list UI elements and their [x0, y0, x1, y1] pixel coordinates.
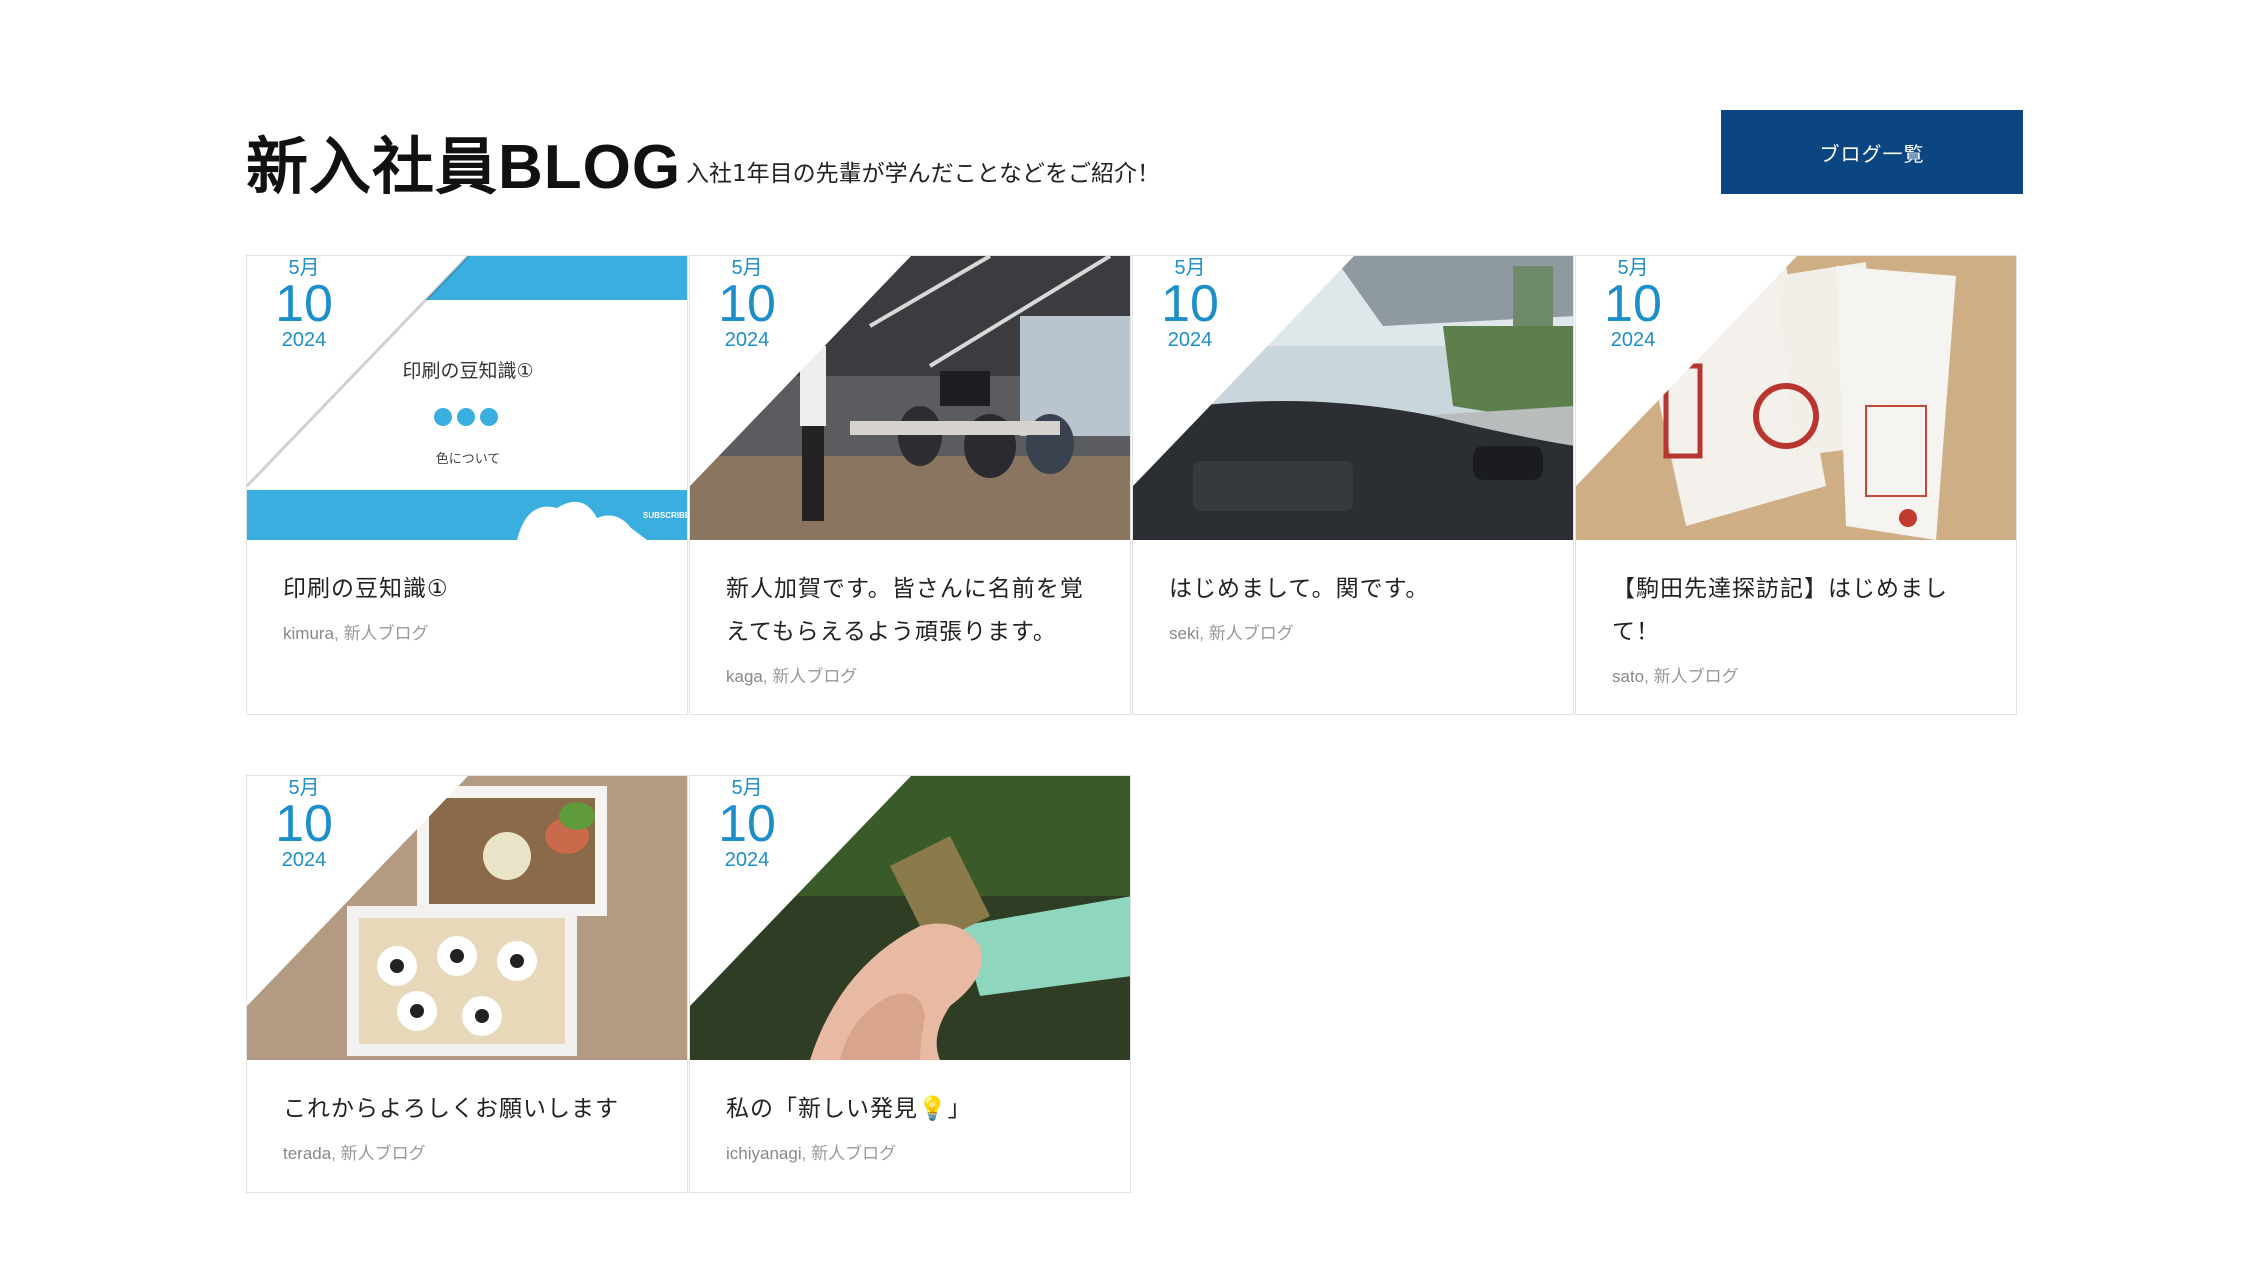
date-year: 2024 — [1167, 329, 1213, 351]
card-meta: kimura, 新人ブログ — [283, 619, 651, 644]
date-day: 10 — [1604, 275, 1662, 333]
card-category[interactable]: 新人ブログ — [811, 1144, 896, 1163]
date-day: 10 — [275, 275, 333, 333]
date-badge: 5月 10 2024 — [690, 256, 804, 351]
card-thumbnail[interactable]: 印刷の豆知識① 色について SUBSCRIBE 5月 10 2024 — [247, 256, 687, 540]
card-author[interactable]: sato — [1612, 667, 1644, 686]
card-category[interactable]: 新人ブログ — [1209, 624, 1294, 643]
card-meta: sato, 新人ブログ — [1612, 662, 1980, 687]
blog-card[interactable]: 5月 10 2024 はじめまして。関です。 seki, 新人ブログ — [1132, 255, 1574, 715]
blog-card[interactable]: 5月 10 2024 私の「新しい発見💡」 ichiyanagi, 新人ブログ — [689, 775, 1131, 1193]
card-title[interactable]: 新人加賀です。皆さんに名前を覚えてもらえるよう頑張ります。 — [726, 568, 1094, 654]
section-title: 新入社員BLOG — [246, 133, 682, 202]
meta-separator: , — [1644, 667, 1649, 686]
date-year: 2024 — [724, 329, 770, 351]
card-title[interactable]: 印刷の豆知識① — [283, 568, 651, 611]
card-category[interactable]: 新人ブログ — [343, 624, 428, 643]
section-subtitle: 入社1年目の先輩が学んだことなどをご紹介！ — [686, 161, 1160, 187]
blog-list-button[interactable]: ブログ一覧 — [1721, 110, 2023, 194]
card-category[interactable]: 新人ブログ — [1654, 667, 1739, 686]
card-category[interactable]: 新人ブログ — [341, 1144, 426, 1163]
card-thumbnail[interactable]: 5月 10 2024 — [1576, 256, 2016, 540]
date-day: 10 — [718, 795, 776, 853]
card-body: 新人加賀です。皆さんに名前を覚えてもらえるよう頑張ります。 kaga, 新人ブロ… — [690, 540, 1130, 717]
card-meta: seki, 新人ブログ — [1169, 619, 1537, 644]
card-meta: ichiyanagi, 新人ブログ — [726, 1139, 1094, 1164]
meta-separator: , — [762, 667, 768, 686]
card-body: 私の「新しい発見💡」 ichiyanagi, 新人ブログ — [690, 1060, 1130, 1194]
card-title[interactable]: 私の「新しい発見💡」 — [726, 1088, 1094, 1131]
date-day: 10 — [1161, 275, 1219, 333]
card-author[interactable]: kimura — [283, 624, 334, 643]
blog-card[interactable]: 5月 10 2024 これからよろしくお願いします terada, 新人ブログ — [246, 775, 688, 1193]
meta-separator: , — [331, 1144, 336, 1163]
date-badge: 5月 10 2024 — [1576, 256, 1690, 351]
card-body: これからよろしくお願いします terada, 新人ブログ — [247, 1060, 687, 1194]
card-author[interactable]: ichiyanagi — [726, 1144, 802, 1163]
card-body: はじめまして。関です。 seki, 新人ブログ — [1133, 540, 1573, 674]
date-year: 2024 — [281, 849, 327, 871]
card-meta: kaga, 新人ブログ — [726, 662, 1094, 687]
card-title[interactable]: これからよろしくお願いします — [283, 1088, 651, 1131]
blog-card[interactable]: 5月 10 2024 新人加賀です。皆さんに名前を覚えてもらえるよう頑張ります。… — [689, 255, 1131, 715]
meta-separator: , — [334, 624, 339, 643]
card-title[interactable]: はじめまして。関です。 — [1169, 568, 1537, 611]
date-badge: 5月 10 2024 — [247, 256, 361, 351]
section-header: 新入社員BLOG 入社1年目の先輩が学んだことなどをご紹介！ ブログ一覧 — [246, 110, 2023, 230]
date-day: 10 — [718, 275, 776, 333]
card-category[interactable]: 新人ブログ — [772, 667, 857, 686]
card-author[interactable]: seki — [1169, 624, 1199, 643]
card-thumbnail[interactable]: 5月 10 2024 — [247, 776, 687, 1060]
date-badge: 5月 10 2024 — [247, 776, 361, 871]
card-thumbnail[interactable]: 5月 10 2024 — [1133, 256, 1573, 540]
date-year: 2024 — [1610, 329, 1656, 351]
blog-card[interactable]: 印刷の豆知識① 色について SUBSCRIBE 5月 10 2024 印刷の豆知… — [246, 255, 688, 715]
card-body: 印刷の豆知識① kimura, 新人ブログ — [247, 540, 687, 674]
card-author[interactable]: kaga — [726, 667, 763, 686]
date-badge: 5月 10 2024 — [690, 776, 804, 871]
card-thumbnail[interactable]: 5月 10 2024 — [690, 256, 1130, 540]
date-year: 2024 — [724, 849, 770, 871]
card-body: 【駒田先達探訪記】はじめまして！ sato, 新人ブログ — [1576, 540, 2016, 717]
blog-card[interactable]: 5月 10 2024 【駒田先達探訪記】はじめまして！ sato, 新人ブログ — [1575, 255, 2017, 715]
card-meta: terada, 新人ブログ — [283, 1139, 651, 1164]
date-year: 2024 — [281, 329, 327, 351]
card-author[interactable]: terada — [283, 1144, 331, 1163]
card-title[interactable]: 【駒田先達探訪記】はじめまして！ — [1612, 568, 1980, 654]
card-thumbnail[interactable]: 5月 10 2024 — [690, 776, 1130, 1060]
date-badge: 5月 10 2024 — [1133, 256, 1247, 351]
meta-separator: , — [1199, 624, 1204, 643]
meta-separator: , — [801, 1144, 807, 1163]
date-day: 10 — [275, 795, 333, 853]
